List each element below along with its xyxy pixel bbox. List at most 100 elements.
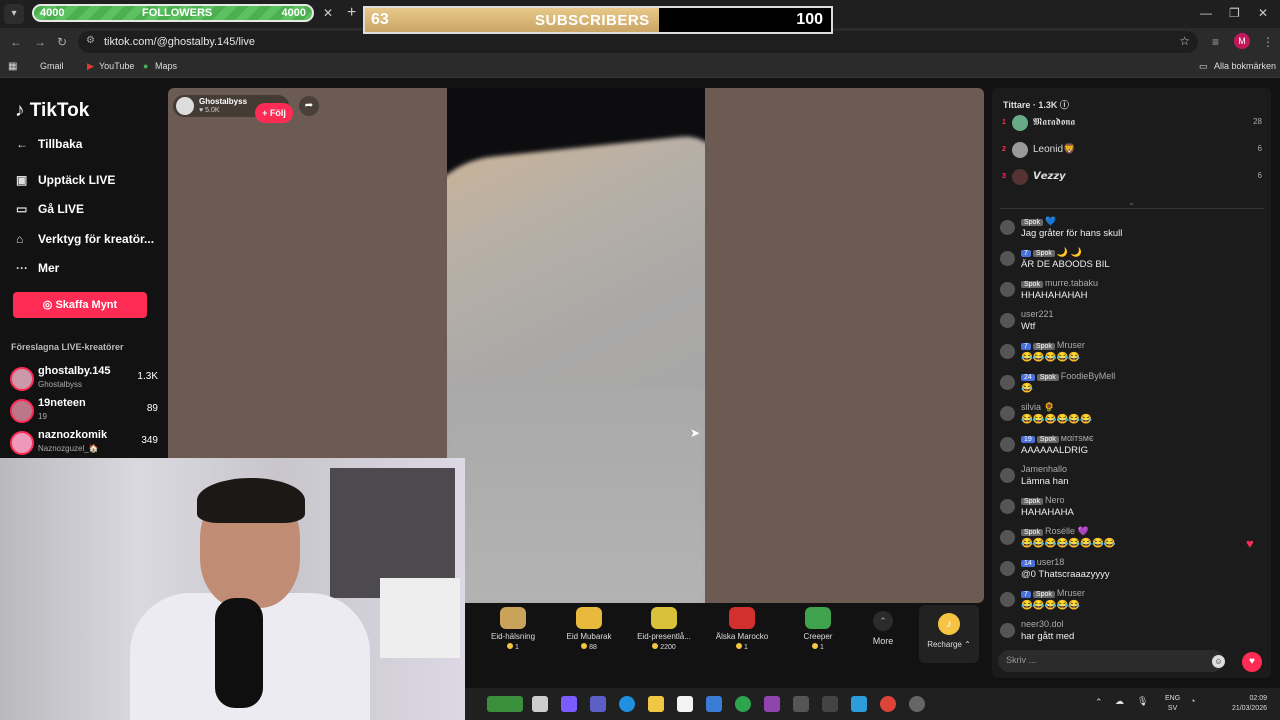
back-icon[interactable]: ← bbox=[10, 35, 22, 49]
chat-message[interactable]: 7 Spok Mruser 😂😂😂😂😂 bbox=[992, 588, 1271, 619]
avatar[interactable] bbox=[1000, 313, 1015, 328]
avatar[interactable] bbox=[1000, 406, 1015, 421]
file-explorer-icon[interactable] bbox=[648, 696, 664, 712]
onedrive-icon[interactable]: ☁ bbox=[1115, 696, 1124, 707]
sidebar-item-more[interactable]: ··· Mer bbox=[16, 261, 59, 275]
gift-item[interactable]: Eid-presentlå... 2200 bbox=[628, 607, 700, 663]
emoji-icon[interactable]: ☺ bbox=[1212, 655, 1225, 668]
avatar[interactable] bbox=[1000, 561, 1015, 576]
language-indicator[interactable]: ENG SV bbox=[1165, 694, 1180, 714]
chat-username[interactable]: Mruser bbox=[1057, 340, 1085, 350]
like-heart-button[interactable]: ♥ bbox=[1242, 652, 1262, 672]
chat-username[interactable]: 🌙 🌙 bbox=[1057, 247, 1082, 257]
chat-username[interactable]: FoodieByMell bbox=[1061, 371, 1116, 381]
avatar[interactable] bbox=[1000, 220, 1015, 235]
avatar[interactable] bbox=[1000, 592, 1015, 607]
chat-message[interactable]: Spok 💙 Jag gråter för hans skull bbox=[992, 216, 1271, 247]
suggested-creator[interactable]: 19neteen 19 89 bbox=[8, 397, 160, 427]
gift-item[interactable]: Creeper 1 bbox=[782, 607, 854, 663]
apps-grid-icon[interactable]: ▦ bbox=[8, 61, 17, 72]
restore-icon[interactable]: ❐ bbox=[1229, 6, 1240, 20]
sidebar-item-go-live[interactable]: ▭ Gå LIVE bbox=[16, 202, 84, 216]
info-icon[interactable]: ⓘ bbox=[1060, 100, 1069, 110]
teams-icon[interactable] bbox=[590, 696, 606, 712]
chat-username[interactable]: мαітѕмє bbox=[1061, 433, 1094, 443]
close-window-icon[interactable]: ✕ bbox=[1258, 6, 1268, 20]
edge-icon[interactable] bbox=[619, 696, 635, 712]
chat-username[interactable]: neer30.dol bbox=[1021, 619, 1064, 629]
recharge-button[interactable]: ♪ Recharge ⌃ bbox=[919, 605, 979, 663]
stream-video[interactable] bbox=[447, 88, 705, 603]
chat-username[interactable]: Nero bbox=[1045, 495, 1065, 505]
avatar[interactable] bbox=[1000, 251, 1015, 266]
gift-item[interactable]: Älska Marocko 1 bbox=[706, 607, 778, 663]
chat-message[interactable]: Spok Roséllе 💜 😂😂😂😂😂😂😂😂 bbox=[992, 526, 1271, 557]
chat-message[interactable]: user221 Wtf bbox=[992, 309, 1271, 340]
gift-item[interactable]: Eid Mubarak 88 bbox=[553, 607, 625, 663]
widgets-icon[interactable] bbox=[487, 696, 523, 712]
chat-username[interactable]: Mruser bbox=[1057, 588, 1085, 598]
mail-icon[interactable] bbox=[706, 696, 722, 712]
app-icon[interactable] bbox=[909, 696, 925, 712]
wifi-volume-battery-icon[interactable]: ◔ bbox=[1190, 696, 1195, 706]
forward-icon[interactable]: → bbox=[34, 35, 46, 49]
avatar[interactable] bbox=[1000, 499, 1015, 514]
expand-chevron-icon[interactable]: ⌄ bbox=[1128, 198, 1135, 207]
back-link[interactable]: ← Tillbaka bbox=[16, 137, 82, 151]
store-icon[interactable] bbox=[677, 696, 693, 712]
browser-menu-icon[interactable]: ⋮ bbox=[1262, 35, 1274, 49]
chat-message[interactable]: neer30.dol har gått med bbox=[992, 619, 1271, 641]
all-bookmarks[interactable]: Alla bokmärken bbox=[1214, 61, 1276, 71]
copilot-icon[interactable] bbox=[561, 696, 577, 712]
tray-chevron-icon[interactable]: ⌃ bbox=[1095, 697, 1103, 708]
chat-username[interactable]: Jamenhallo bbox=[1021, 464, 1067, 474]
chat-message[interactable]: 7 Spok Mruser 😂😂😂😂😂 bbox=[992, 340, 1271, 371]
chat-username[interactable]: murre.tabaku bbox=[1045, 278, 1098, 288]
chat-username[interactable]: user18 bbox=[1037, 557, 1065, 567]
chrome-icon[interactable] bbox=[880, 696, 896, 712]
chat-message[interactable]: silvia 🌻 😂😂😂😂😂😂 bbox=[992, 402, 1271, 433]
chat-message[interactable]: 24 Spok FoodieByMell 😂 bbox=[992, 371, 1271, 402]
vpn-icon[interactable] bbox=[735, 696, 751, 712]
top-viewer[interactable]: 2 Leonid🦁 6 bbox=[1000, 141, 1264, 163]
app-icon[interactable] bbox=[822, 696, 838, 712]
minimize-icon[interactable]: — bbox=[1200, 6, 1212, 20]
host-info[interactable]: Ghostalbyss ♥ 5.0K + Följ bbox=[173, 95, 293, 123]
suggested-creator[interactable]: naznozkomik Naznozguzel_🏠 349 bbox=[8, 429, 160, 459]
site-info-icon[interactable]: ⚙ bbox=[86, 35, 95, 46]
get-coins-button[interactable]: ◎ Skaffa Mynt bbox=[13, 292, 147, 318]
bookmark-gmail[interactable]: Gmail bbox=[40, 61, 64, 71]
chat-message[interactable]: Jamenhallo Lämna han bbox=[992, 464, 1271, 495]
top-viewer[interactable]: 3 𝙑𝙚𝙯𝙯𝙮 6 bbox=[1000, 168, 1264, 190]
top-viewer[interactable]: 1 𝕸𝖆𝖗𝖆𝖉𝖔𝖓𝖆 28 bbox=[1000, 114, 1264, 136]
chat-message[interactable]: Spok Nero HAHAHAHA bbox=[992, 495, 1271, 526]
chat-username[interactable]: Roséllе 💜 bbox=[1045, 526, 1089, 536]
app-icon[interactable] bbox=[764, 696, 780, 712]
tiktok-logo[interactable]: ♪ TikTok bbox=[15, 100, 89, 122]
chat-message[interactable]: Spok murre.tabaku HHAHAHAHAH bbox=[992, 278, 1271, 309]
avatar[interactable] bbox=[1000, 530, 1015, 545]
avatar[interactable] bbox=[1000, 375, 1015, 390]
new-tab-icon[interactable]: + bbox=[347, 4, 356, 22]
reload-icon[interactable]: ↻ bbox=[57, 35, 67, 49]
app-icon[interactable] bbox=[793, 696, 809, 712]
reading-list-icon[interactable]: ≡ bbox=[1212, 35, 1219, 49]
chat-messages[interactable]: Spok 💙 Jag gråter för hans skull 7 Spok 🌙 🌙 ÄR… bbox=[992, 216, 1271, 641]
avatar[interactable] bbox=[1000, 437, 1015, 452]
chat-input[interactable]: Skriv ... ☺ bbox=[998, 650, 1225, 672]
bookmark-youtube[interactable]: YouTube bbox=[99, 61, 134, 71]
app-icon[interactable] bbox=[851, 696, 867, 712]
clock[interactable]: 02:09 21/03/2026 bbox=[1217, 694, 1267, 714]
profile-avatar[interactable]: M bbox=[1234, 33, 1250, 49]
follow-button[interactable]: + Följ bbox=[255, 103, 293, 123]
sidebar-item-discover-live[interactable]: ▣ Upptäck LIVE bbox=[16, 173, 115, 187]
bookmark-maps[interactable]: Maps bbox=[155, 61, 177, 71]
chat-username[interactable]: silvia 🌻 bbox=[1021, 402, 1055, 412]
task-view-icon[interactable] bbox=[532, 696, 548, 712]
gift-item[interactable]: Eid-hälsning 1 bbox=[477, 607, 549, 663]
suggested-creator[interactable]: ghostalby.145 Ghostalbyss 1.3K bbox=[8, 365, 160, 395]
chat-message[interactable]: 7 Spok 🌙 🌙 ÄR DE ABOODS BIL bbox=[992, 247, 1271, 278]
avatar[interactable] bbox=[1000, 468, 1015, 483]
tab-close-icon[interactable]: ✕ bbox=[323, 6, 333, 20]
more-gifts-button[interactable]: ⌃ More bbox=[871, 611, 895, 661]
